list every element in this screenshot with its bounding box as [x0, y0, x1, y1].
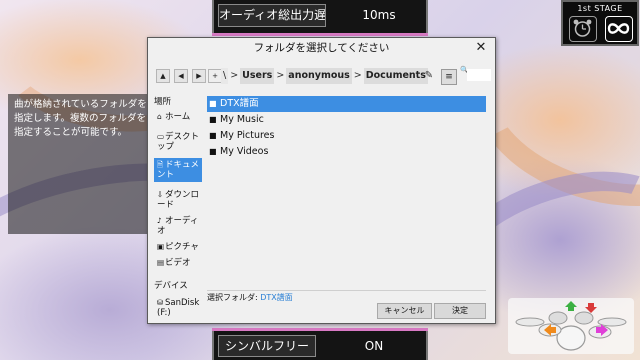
breadcrumb-documents[interactable]: Documents: [363, 68, 428, 84]
setting-row-cymbal-free[interactable]: シンバルフリー ON: [212, 331, 428, 360]
infinity-icon: [605, 16, 633, 42]
picture-icon: ▣: [157, 242, 165, 251]
devices-header: デバイス: [154, 281, 188, 291]
list-item[interactable]: ■ DTX譜面: [207, 96, 486, 112]
setting-value: 10ms: [362, 8, 396, 22]
ok-button[interactable]: 決定: [434, 303, 486, 319]
film-icon: ▤: [157, 258, 165, 267]
setting-label: オーディオ総出力遅延: [218, 4, 326, 27]
breadcrumb-separator: >: [276, 70, 285, 81]
pencil-icon[interactable]: ✎: [422, 69, 436, 83]
setting-value: ON: [364, 339, 384, 353]
desktop-icon: ▭: [157, 132, 165, 141]
folder-name: My Pictures: [220, 130, 275, 141]
music-note-icon: ♪: [157, 216, 162, 225]
sidebar-item-downloads[interactable]: ⇩ ダウンロード: [154, 188, 202, 212]
alarm-clock-icon: [569, 16, 597, 42]
drive-icon: ⛁: [157, 298, 164, 307]
breadcrumb-anonymous[interactable]: anonymous: [286, 68, 352, 84]
sidebar-item-desktop[interactable]: ▭デスクトップ: [154, 130, 202, 156]
breadcrumb: \ > Users > anonymous > Documents: [220, 68, 429, 84]
list-item[interactable]: ■ My Videos: [207, 144, 486, 160]
folder-icon: ■: [209, 147, 217, 156]
close-icon[interactable]: ✕: [473, 40, 489, 56]
divider: [207, 290, 486, 291]
breadcrumb-root[interactable]: \: [221, 68, 229, 84]
sidebar-item-home[interactable]: ⌂ ホーム: [154, 110, 202, 126]
sidebar-item-videos[interactable]: ▤ビデオ: [154, 256, 202, 270]
sidebar-item-label: ピクチャ: [165, 242, 199, 252]
folder-icon: ■: [209, 99, 217, 108]
folder-icon: ■: [209, 115, 217, 124]
folder-icon: ■: [209, 131, 217, 140]
stage-title: 1st STAGE: [577, 4, 623, 13]
list-item[interactable]: ■ My Music: [207, 112, 486, 128]
sidebar-item-label: ホーム: [165, 112, 191, 122]
breadcrumb-separator: >: [230, 70, 239, 81]
setting-label: シンバルフリー: [218, 335, 316, 357]
folder-list: ■ DTX譜面 ■ My Music ■ My Pictures ■ My Videos: [207, 96, 486, 288]
folder-name: My Videos: [220, 146, 269, 157]
places-sidebar: 場所 ⌂ ホーム ▭デスクトップ 🗎 ドキュメント ⇩ ダウンロード ♪ オーディオ ▣…: [154, 96, 206, 318]
breadcrumb-separator: >: [353, 70, 362, 81]
accent-strip: [212, 33, 428, 36]
sidebar-item-documents[interactable]: 🗎 ドキュメント: [154, 158, 202, 182]
sidebar-item-pictures[interactable]: ▣ピクチャ: [154, 240, 202, 256]
folder-name: DTX譜面: [220, 98, 259, 109]
folder-name: My Music: [220, 114, 264, 125]
home-icon: ⌂: [157, 112, 162, 121]
forward-icon[interactable]: ▶: [192, 69, 206, 83]
places-header: 場所: [154, 97, 172, 107]
selected-folder-label: 選択フォルダ:: [207, 293, 258, 302]
back-icon[interactable]: ◀: [174, 69, 188, 83]
list-item[interactable]: ■ My Pictures: [207, 128, 486, 144]
sidebar-item-sandisk[interactable]: ⛁ SanDisk (F:): [154, 296, 202, 318]
sidebar-item-label: ビデオ: [165, 258, 191, 268]
search-input[interactable]: [467, 69, 491, 81]
path-toolbar: ▲ ◀ ▶ + \ > Users > anonymous > Documents ✎ ≡ …: [154, 66, 491, 87]
download-icon: ⇩: [157, 190, 164, 199]
dialog-title: フォルダを選択してください: [253, 42, 390, 54]
cancel-button[interactable]: キャンセル: [377, 303, 432, 319]
selected-folder-value: DTX譜面: [260, 293, 293, 302]
up-arrow-icon[interactable]: ▲: [156, 69, 170, 83]
document-icon: 🗎: [157, 160, 164, 169]
breadcrumb-users[interactable]: Users: [240, 68, 275, 84]
setting-description: 曲が格納されているフォルダを指定します。複数のフォルダを指定することが可能です。: [8, 94, 160, 234]
sidebar-item-audio[interactable]: ♪ オーディオ: [154, 214, 202, 238]
folder-select-dialog: フォルダを選択してください ✕ ▲ ◀ ▶ + \ > Users > anonymou…: [147, 37, 496, 324]
setting-row-audio-latency[interactable]: オーディオ総出力遅延 10ms: [212, 0, 428, 33]
drum-kit-icon: [508, 298, 634, 354]
stage-indicator: 1st STAGE: [561, 0, 639, 46]
list-view-icon[interactable]: ≡: [441, 69, 457, 85]
